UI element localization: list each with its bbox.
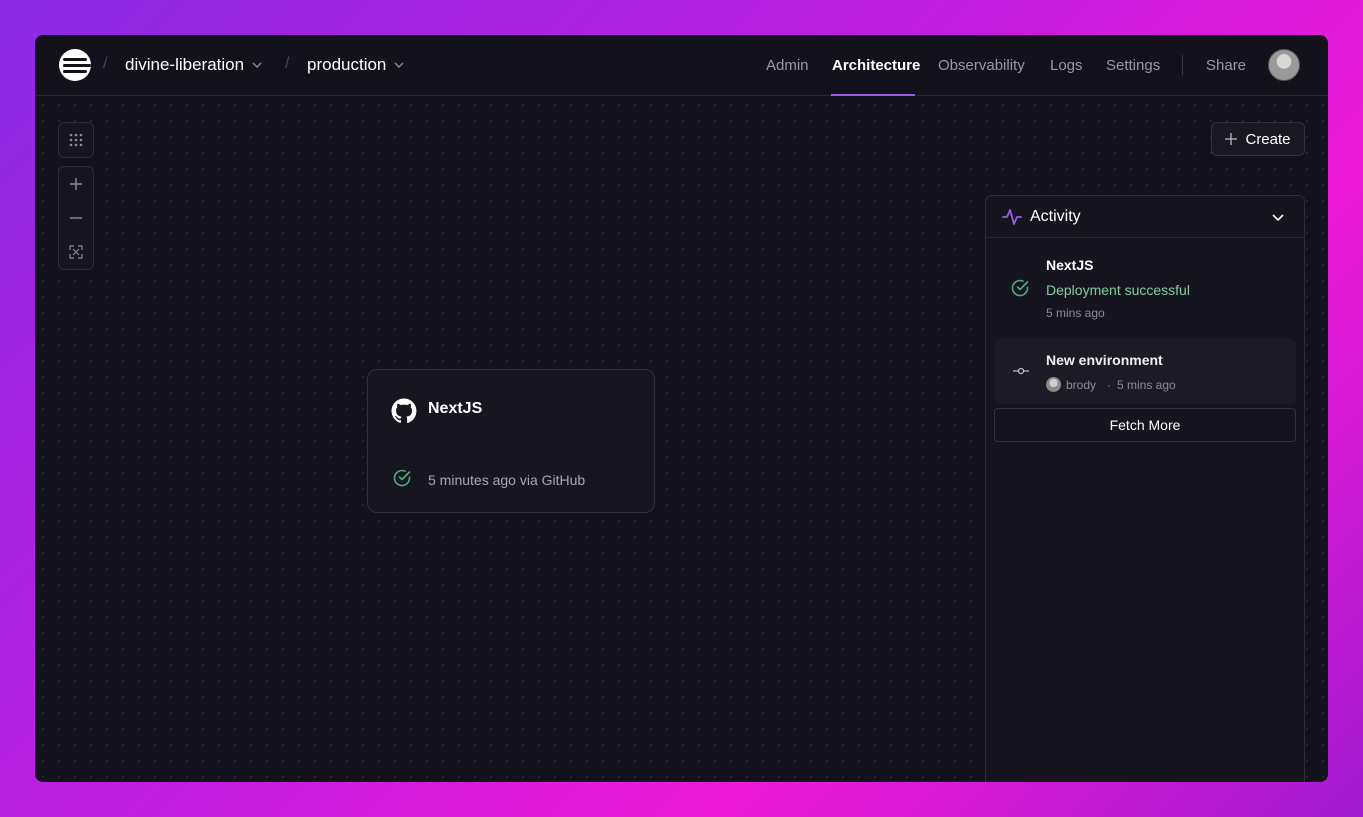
nav-settings[interactable]: Settings — [1106, 57, 1160, 74]
app-window: / divine-liberation / production Admin A… — [35, 35, 1328, 782]
activity-service-name: NextJS — [1046, 257, 1094, 273]
fit-view-icon[interactable] — [59, 235, 93, 269]
chevron-down-icon — [394, 62, 404, 68]
zoom-out-icon[interactable] — [59, 201, 93, 235]
activity-user: brody — [1066, 378, 1097, 392]
chevron-down-icon[interactable] — [1272, 211, 1284, 223]
check-circle-icon — [393, 469, 411, 487]
project-selector[interactable]: divine-liberation — [125, 55, 262, 75]
service-card-nextjs[interactable]: NextJS 5 minutes ago via GitHub — [367, 369, 655, 513]
activity-title: Activity — [1030, 207, 1081, 225]
canvas-grid-control — [58, 122, 94, 158]
user-avatar[interactable] — [1268, 49, 1300, 81]
architecture-canvas[interactable]: Create NextJS 5 minutes ago via GitHub A… — [35, 97, 1328, 782]
activity-panel: Activity NextJS Deployment successful 5 … — [985, 195, 1305, 782]
breadcrumb-separator: / — [103, 55, 108, 72]
user-avatar-small — [1046, 377, 1061, 392]
activity-item[interactable]: New environment brody · 5 mins ago — [994, 338, 1296, 404]
activity-header[interactable]: Activity — [986, 196, 1304, 238]
zoom-in-icon[interactable] — [59, 167, 93, 201]
activity-message: Deployment successful — [1046, 282, 1190, 298]
top-bar: / divine-liberation / production Admin A… — [35, 35, 1328, 96]
railway-logo-icon[interactable] — [59, 49, 91, 81]
plus-icon — [1225, 133, 1238, 145]
nav-admin[interactable]: Admin — [766, 57, 809, 74]
create-label: Create — [1245, 130, 1291, 148]
activity-item[interactable]: NextJS Deployment successful 5 mins ago — [994, 248, 1296, 328]
check-circle-icon — [1011, 279, 1029, 297]
fetch-more-button[interactable]: Fetch More — [994, 408, 1296, 442]
environment-name: production — [307, 55, 387, 74]
environment-selector[interactable]: production — [307, 55, 404, 75]
nav-observability[interactable]: Observability — [938, 57, 1025, 74]
nav-logs[interactable]: Logs — [1050, 57, 1083, 74]
activity-pulse-icon — [1002, 208, 1022, 225]
github-icon — [391, 398, 417, 423]
breadcrumb-separator: / — [285, 55, 290, 72]
zoom-controls — [58, 166, 94, 270]
grid-icon[interactable] — [59, 123, 93, 157]
nav-divider — [1182, 55, 1183, 75]
meta-separator: · — [1107, 378, 1111, 392]
active-tab-indicator — [831, 94, 915, 96]
chevron-down-icon — [252, 62, 262, 68]
create-button[interactable]: Create — [1211, 122, 1305, 156]
service-name: NextJS — [428, 400, 483, 417]
share-button[interactable]: Share — [1206, 57, 1246, 74]
activity-time: 5 mins ago — [1117, 378, 1176, 392]
nav-architecture[interactable]: Architecture — [832, 57, 920, 74]
activity-event-name: New environment — [1046, 352, 1163, 368]
project-name: divine-liberation — [125, 55, 245, 74]
commit-icon — [1013, 367, 1029, 375]
activity-time: 5 mins ago — [1046, 306, 1105, 320]
deployment-status: 5 minutes ago via GitHub — [428, 472, 586, 488]
